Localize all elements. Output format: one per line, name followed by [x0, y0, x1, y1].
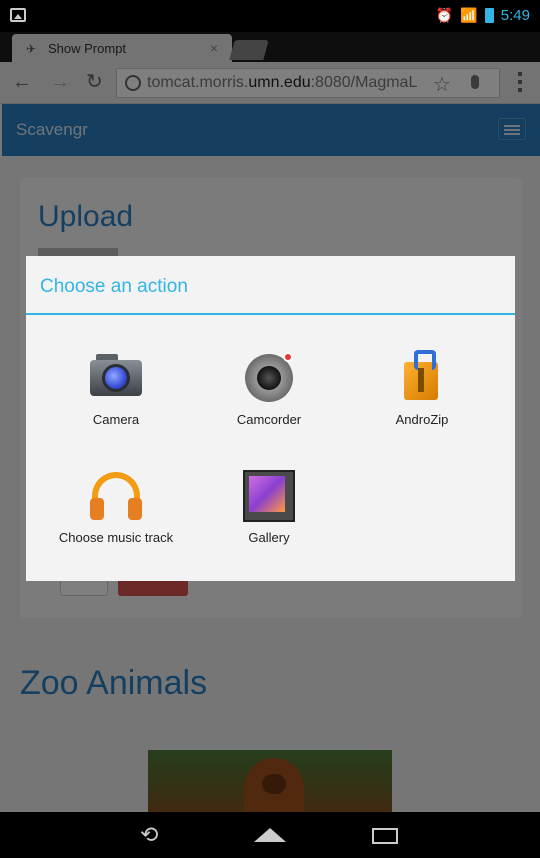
dialog-title: Choose an action	[40, 276, 188, 297]
option-gallery[interactable]: Gallery	[189, 454, 349, 564]
choose-action-dialog: Choose an action Camera Camcorder AndroZ…	[26, 256, 515, 581]
back-nav-icon[interactable]: ⟲	[140, 824, 158, 846]
camcorder-icon	[241, 350, 297, 406]
battery-icon	[484, 8, 494, 23]
option-label: Gallery	[248, 530, 290, 545]
gallery-icon	[241, 468, 297, 524]
option-androzip[interactable]: AndroZip	[342, 336, 502, 446]
status-bar: ⏰ 📶 5:49	[0, 0, 540, 32]
androzip-icon	[394, 350, 450, 406]
camera-icon	[88, 350, 144, 406]
option-label: Camcorder	[236, 412, 302, 427]
option-label: Camera	[92, 412, 140, 427]
wifi-icon: 📶	[460, 7, 478, 23]
alarm-icon: ⏰	[435, 7, 454, 23]
option-label: AndroZip	[395, 412, 449, 427]
option-music[interactable]: Choose music track	[36, 454, 196, 564]
system-nav-bar: ⟲	[0, 812, 540, 858]
option-label: Choose music track	[58, 530, 174, 545]
option-camcorder[interactable]: Camcorder	[189, 336, 349, 446]
home-nav-icon[interactable]	[254, 828, 286, 842]
clock: 5:49	[500, 7, 530, 24]
dialog-divider	[26, 313, 515, 315]
status-icons: ⏰ 📶 5:49	[436, 7, 530, 24]
option-camera[interactable]: Camera	[36, 336, 196, 446]
headphones-icon	[88, 468, 144, 524]
recents-nav-icon[interactable]	[372, 828, 398, 844]
image-notification-icon	[10, 8, 26, 22]
